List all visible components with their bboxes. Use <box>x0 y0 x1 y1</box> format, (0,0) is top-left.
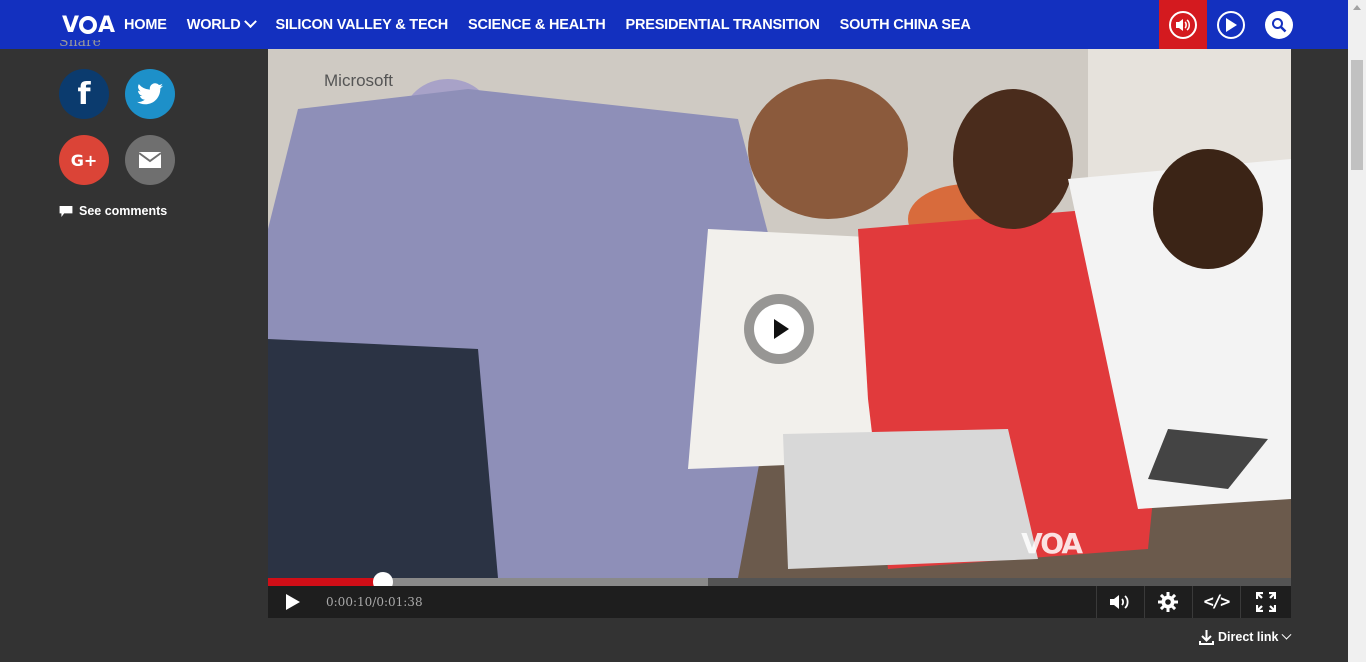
nav-item-home[interactable]: HOME <box>124 17 167 33</box>
audio-button[interactable] <box>1159 0 1207 49</box>
twitter-share-button[interactable] <box>125 69 175 119</box>
settings-button[interactable] <box>1144 586 1192 618</box>
email-icon <box>138 152 162 168</box>
video-player[interactable]: Microsoft VOA <box>268 49 1291 578</box>
twitter-icon <box>137 83 163 105</box>
email-share-button[interactable] <box>125 135 175 185</box>
time-display: 0:00:10/0:01:38 <box>326 595 423 609</box>
video-button[interactable] <box>1208 0 1254 49</box>
chevron-down-icon <box>244 15 258 29</box>
video-corner-logo: VOA <box>1021 527 1083 560</box>
nav-menu: HOME WORLD SILICON VALLEY & TECH SCIENCE… <box>124 0 991 49</box>
google-plus-icon: G+ <box>70 150 98 170</box>
fullscreen-icon <box>1256 592 1276 612</box>
direct-link-dropdown[interactable]: Direct link <box>1199 629 1292 645</box>
direct-link-label: Direct link <box>1218 630 1279 644</box>
video-controls: 0:00:10/0:01:38 </> <box>268 586 1291 618</box>
search-button[interactable] <box>1256 0 1302 49</box>
played-bar <box>268 578 383 586</box>
facebook-icon: f <box>77 76 91 112</box>
big-play-button[interactable] <box>744 294 814 364</box>
gear-icon <box>1158 592 1178 612</box>
top-nav: VA HOME WORLD SILICON VALLEY & TECH SCIE… <box>0 0 1348 49</box>
nav-item-silicon-valley-tech[interactable]: SILICON VALLEY & TECH <box>275 17 448 33</box>
fullscreen-button[interactable] <box>1242 586 1290 618</box>
nav-item-presidential-transition[interactable]: PRESIDENTIAL TRANSITION <box>625 17 819 33</box>
see-comments-label: See comments <box>79 204 168 218</box>
divider <box>1240 586 1241 618</box>
voa-logo[interactable]: VA <box>62 13 115 38</box>
audio-icon <box>1169 10 1197 39</box>
share-label: Share <box>59 40 101 50</box>
search-icon <box>1265 10 1293 39</box>
video-watermark: Microsoft <box>324 71 393 90</box>
video-progress-bar[interactable] <box>268 572 1291 592</box>
page-scrollbar[interactable] <box>1348 0 1366 662</box>
scroll-thumb[interactable] <box>1351 60 1363 170</box>
play-icon <box>754 304 804 354</box>
see-comments-link[interactable]: See comments <box>59 204 167 218</box>
download-icon <box>1199 630 1214 645</box>
scroll-up-arrow-icon[interactable] <box>1353 5 1361 10</box>
nav-item-south-china-sea[interactable]: SOUTH CHINA SEA <box>840 17 971 33</box>
google-plus-share-button[interactable]: G+ <box>59 135 109 185</box>
volume-icon <box>1110 595 1129 609</box>
video-icon <box>1217 10 1245 39</box>
chevron-down-icon <box>1281 629 1292 640</box>
embed-button[interactable]: </> <box>1192 586 1240 618</box>
facebook-share-button[interactable]: f <box>59 69 109 119</box>
nav-item-world[interactable]: WORLD <box>187 15 258 33</box>
comment-bubble-icon <box>59 205 73 217</box>
volume-button[interactable] <box>1096 586 1144 618</box>
embed-code-icon: </> <box>1203 592 1231 612</box>
nav-item-science-health[interactable]: SCIENCE & HEALTH <box>468 17 606 33</box>
play-icon[interactable] <box>286 594 300 610</box>
